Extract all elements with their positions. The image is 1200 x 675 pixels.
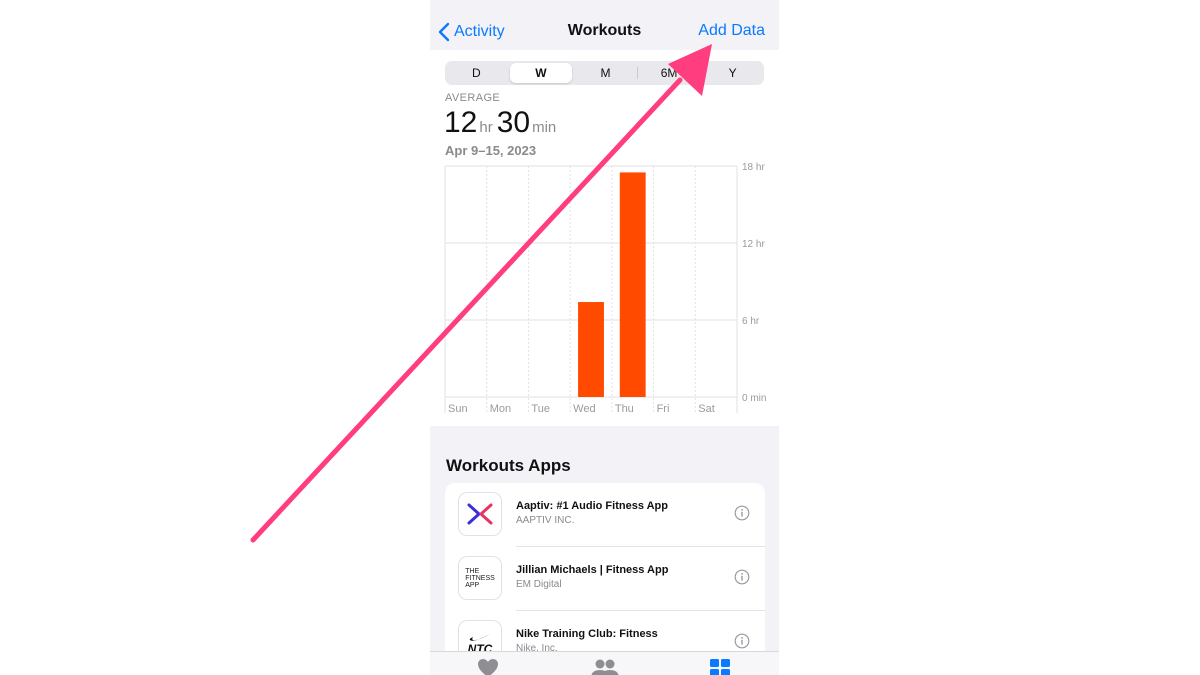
apps-section-title: Workouts Apps <box>446 456 571 475</box>
browse-icon[interactable] <box>709 658 731 675</box>
x-tick-label: Thu <box>615 403 634 415</box>
app-name: Nike Training Club: Fitness <box>516 628 658 640</box>
icon-wordmark-line: APP <box>465 581 480 589</box>
aaptiv-logo-icon <box>467 503 493 525</box>
aaptiv-app-icon <box>458 492 502 536</box>
app-name: Jillian Michaels | Fitness App <box>516 564 669 576</box>
x-tick-label: Tue <box>531 403 550 415</box>
nike-swoosh-icon <box>469 633 490 641</box>
x-tick-label: Wed <box>573 403 595 415</box>
info-icon[interactable] <box>734 569 750 585</box>
info-icon[interactable] <box>734 633 750 649</box>
bar-thu <box>619 172 646 397</box>
app-developer: EM Digital <box>516 579 562 590</box>
app-row-aaptiv[interactable]: Aaptiv: #1 Audio Fitness App AAPTIV INC. <box>445 483 765 547</box>
x-tick-label: Fri <box>657 403 670 415</box>
icon-wordmark-line: FITNESS <box>465 574 495 582</box>
range-option-label: D <box>471 66 481 80</box>
chart-card: D W M 6M Y AVERAGE 12 hr 30 min Apr 9–15… <box>430 50 779 426</box>
x-tick-label: Sat <box>698 403 715 415</box>
add-data-button[interactable]: Add Data <box>698 22 765 40</box>
average-minutes: 30 <box>496 106 531 139</box>
icon-wordmark-line: THE <box>465 567 480 575</box>
workouts-apps-section: Workouts Apps Aaptiv: #1 Audio Fitness A… <box>430 426 779 675</box>
heart-icon[interactable] <box>477 658 499 675</box>
range-option-label: W <box>535 66 547 80</box>
fitness-app-icon: THE FITNESS APP <box>458 556 502 600</box>
bar-wed <box>578 302 604 397</box>
y-tick-label: 18 hr <box>742 162 765 173</box>
app-row-jillian-michaels[interactable]: THE FITNESS APP Jillian Michaels | Fitne… <box>445 547 765 611</box>
y-tick-label: 12 hr <box>742 239 765 250</box>
range-option-six-months[interactable]: 6M <box>638 61 701 85</box>
range-option-week[interactable]: W <box>509 63 573 83</box>
range-option-day[interactable]: D <box>445 61 508 85</box>
tab-bar <box>430 651 779 675</box>
fitness-app-icon-wordmark: THE FITNESS APP <box>465 568 495 589</box>
sharing-icon[interactable] <box>590 658 620 675</box>
range-option-month[interactable]: M <box>574 61 637 85</box>
range-option-year[interactable]: Y <box>701 61 764 85</box>
info-icon[interactable] <box>734 505 750 521</box>
apps-list: Aaptiv: #1 Audio Fitness App AAPTIV INC.… <box>445 483 765 675</box>
app-name: Aaptiv: #1 Audio Fitness App <box>516 500 668 512</box>
y-tick-label: 6 hr <box>742 316 760 327</box>
average-hours: 12 <box>444 106 478 139</box>
minutes-unit: min <box>532 119 557 136</box>
y-tick-label: 0 min <box>742 393 766 404</box>
time-range-picker: D W M 6M Y <box>445 61 764 85</box>
phone-screen: Activity Workouts Add Data D W M 6M Y AV… <box>430 0 779 675</box>
range-option-label: M <box>600 66 611 80</box>
average-value: 12 hr 30 min <box>444 106 560 140</box>
average-label: AVERAGE <box>445 92 501 104</box>
hours-unit: hr <box>479 119 493 136</box>
app-developer: AAPTIV INC. <box>516 515 575 526</box>
x-tick-label: Sun <box>448 403 468 415</box>
navigation-bar: Activity Workouts Add Data <box>430 0 779 50</box>
x-tick-label: Mon <box>490 403 511 415</box>
range-option-label: Y <box>728 66 737 80</box>
workouts-bar-chart: 0 min 6 hr 12 hr 18 hr Sun Mon Tue Wed Thu Fri Sat <box>444 162 766 415</box>
range-option-label: 6M <box>660 66 678 80</box>
